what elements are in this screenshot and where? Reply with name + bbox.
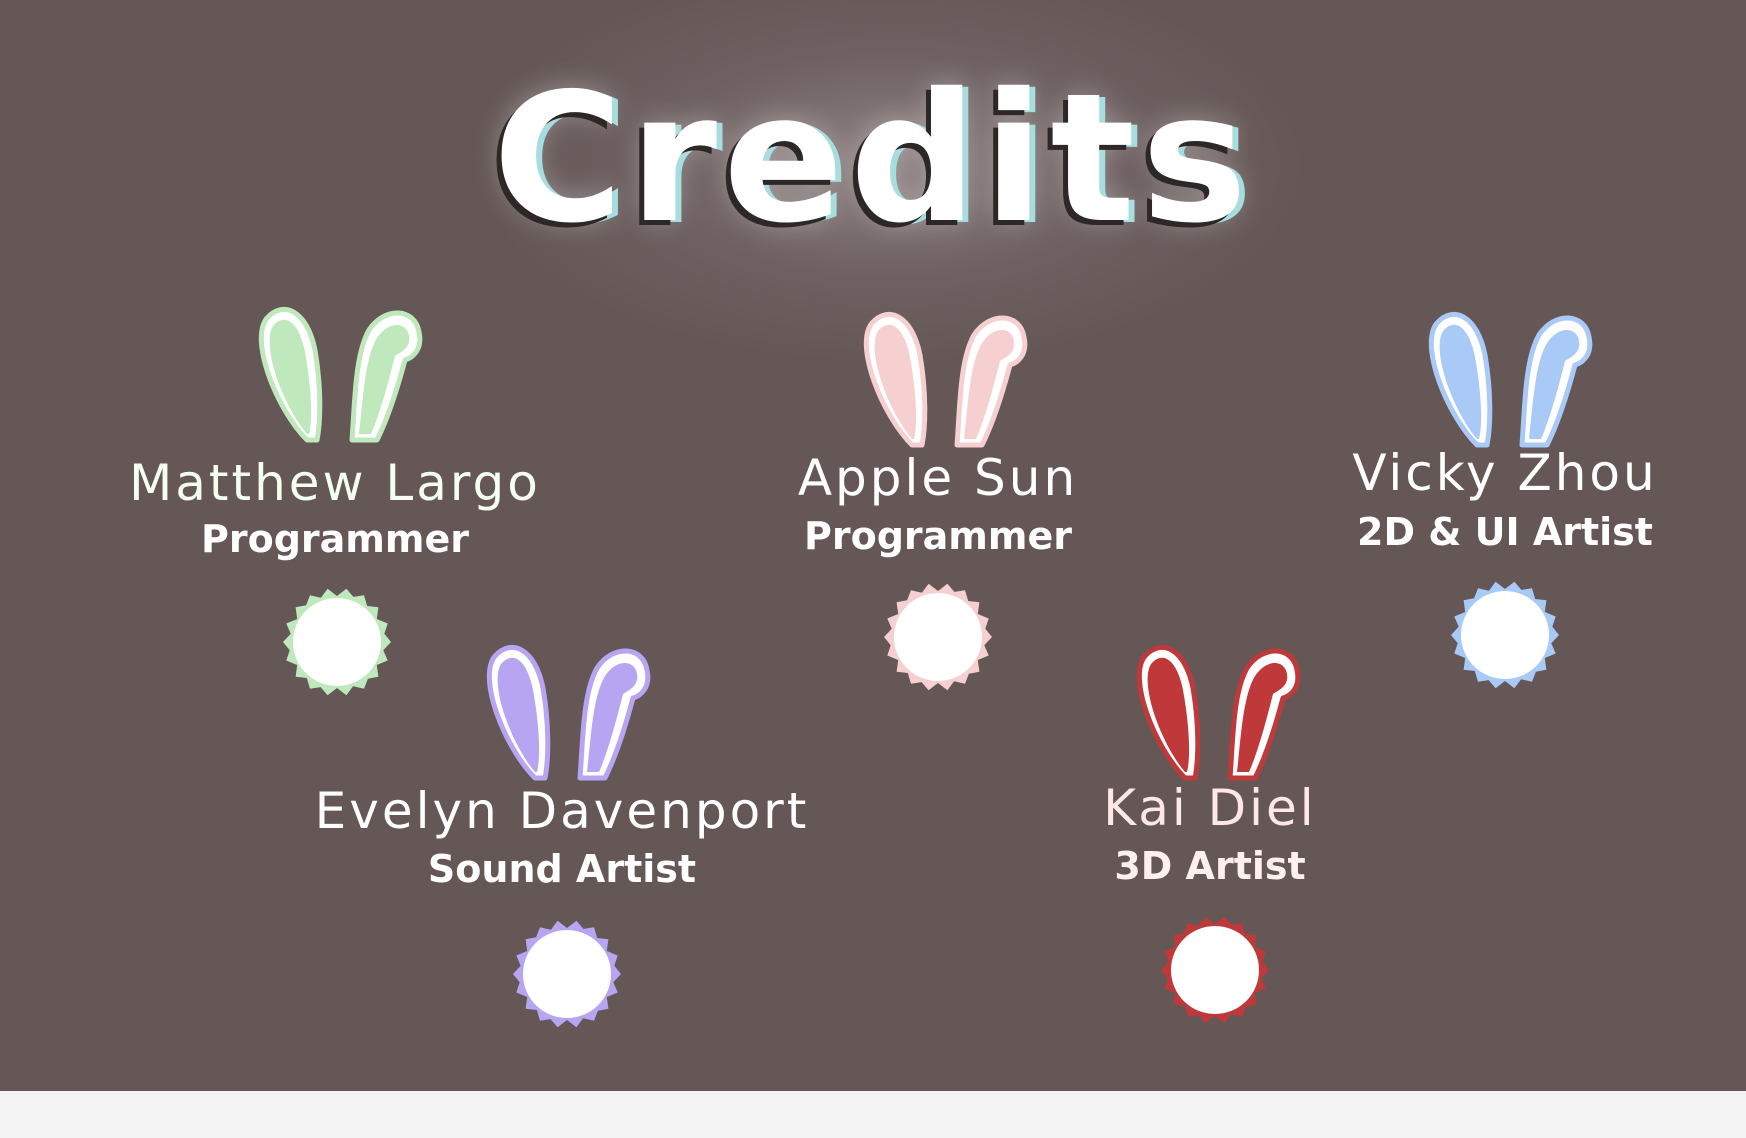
left-ear bbox=[863, 311, 928, 448]
member-name: Kai Diel bbox=[1103, 779, 1317, 837]
left-ear bbox=[486, 644, 551, 781]
left-ear bbox=[1428, 311, 1493, 448]
member-role: 2D & UI Artist bbox=[1357, 510, 1653, 554]
pink-bunny-ears-icon bbox=[863, 311, 1028, 448]
bunny-tail-icon bbox=[1451, 581, 1559, 689]
member-role: Sound Artist bbox=[427, 847, 697, 891]
bunny-tail-icon bbox=[884, 583, 992, 691]
member-role: 3D Artist bbox=[1114, 844, 1306, 888]
credits-title: Credits bbox=[492, 55, 1254, 262]
right-ear bbox=[349, 310, 423, 443]
member-role: Programmer bbox=[201, 517, 469, 561]
member-role: Programmer bbox=[804, 514, 1072, 558]
bunny-tail-icon bbox=[283, 588, 391, 696]
member-name: Evelyn Davenport bbox=[314, 782, 810, 840]
member-name: Apple Sun bbox=[797, 449, 1079, 507]
right-ear bbox=[954, 315, 1028, 448]
purple-bunny-ears-icon bbox=[486, 644, 651, 781]
left-ear bbox=[258, 306, 323, 443]
right-ear bbox=[1227, 648, 1301, 781]
member-name: Vicky Zhou bbox=[1352, 444, 1658, 502]
blue-bunny-ears-icon bbox=[1428, 311, 1593, 448]
green-bunny-ears-icon bbox=[258, 306, 423, 443]
right-ear bbox=[577, 648, 651, 781]
member-name: Matthew Largo bbox=[129, 454, 541, 512]
bottom-bar bbox=[0, 1091, 1746, 1138]
bunny-tail-icon bbox=[513, 920, 621, 1028]
bunny-tail-icon bbox=[1161, 916, 1269, 1024]
left-ear bbox=[1136, 644, 1201, 781]
right-ear bbox=[1519, 315, 1593, 448]
credits-screen: Credits Matthew Largo Programmer Apple S… bbox=[0, 0, 1746, 1091]
red-bunny-ears-icon bbox=[1136, 644, 1301, 781]
